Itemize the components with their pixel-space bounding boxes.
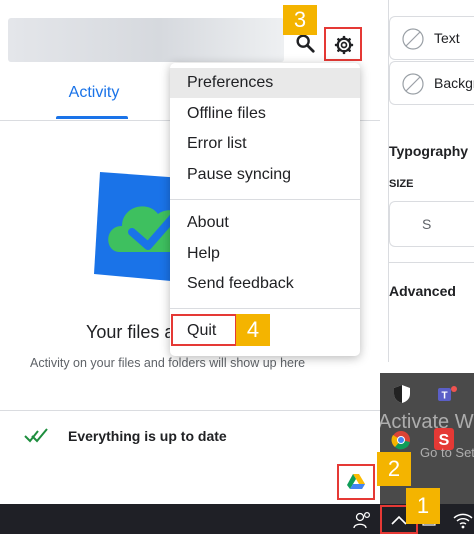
menu-item-pause-syncing[interactable]: Pause syncing	[170, 160, 360, 190]
background-color-label: Backgr	[434, 75, 474, 91]
search-icon[interactable]	[294, 32, 316, 54]
svg-text:T: T	[441, 391, 447, 402]
menu-divider	[170, 308, 360, 309]
settings-menu: Preferences Offline files Error list Pau…	[170, 63, 360, 356]
search-bar-blurred[interactable]	[8, 18, 284, 62]
sidebar-divider	[389, 262, 474, 263]
google-drive-tray-button[interactable]	[337, 464, 375, 500]
none-icon	[402, 28, 424, 50]
menu-item-offline-files[interactable]: Offline files	[170, 99, 360, 129]
tab-active-indicator	[56, 116, 128, 119]
chevron-up-icon[interactable]	[391, 515, 407, 525]
wifi-icon[interactable]	[452, 510, 474, 530]
settings-button[interactable]	[324, 27, 362, 61]
shield-icon[interactable]	[393, 384, 411, 404]
teams-icon[interactable]: T	[436, 384, 458, 404]
tab-activity[interactable]: Activity	[58, 84, 130, 102]
status-divider	[0, 410, 380, 411]
menu-item-send-feedback[interactable]: Send feedback	[170, 269, 360, 299]
step-badge-3: 3	[283, 5, 317, 35]
empty-state-subtitle: Activity on your files and folders will …	[30, 356, 306, 370]
check-icon	[24, 428, 48, 443]
sync-status-text: Everything is up to date	[68, 428, 227, 444]
menu-item-preferences[interactable]: Preferences	[170, 68, 360, 98]
advanced-heading[interactable]: Advanced	[389, 283, 456, 299]
empty-state-title: Your files a	[86, 322, 175, 342]
step-badge-2: 2	[377, 452, 411, 486]
activate-windows-subtext: Go to Setting	[420, 445, 474, 460]
windows-taskbar	[0, 504, 474, 534]
none-icon	[402, 73, 424, 95]
gear-icon[interactable]	[334, 35, 354, 55]
step-badge-1: 1	[406, 488, 440, 524]
menu-item-error-list[interactable]: Error list	[170, 129, 360, 159]
google-drive-icon[interactable]	[347, 474, 365, 490]
text-color-label: Text	[434, 30, 460, 46]
size-label: SIZE	[389, 178, 414, 190]
quit-highlight	[171, 314, 237, 346]
menu-item-help[interactable]: Help	[170, 239, 360, 269]
size-value: S	[422, 216, 432, 232]
menu-divider	[170, 199, 360, 200]
activate-windows-watermark: Activate W	[380, 411, 474, 433]
text-color-button[interactable]: Text	[389, 16, 474, 60]
step-badge-4: 4	[236, 314, 270, 346]
size-select[interactable]: S	[389, 201, 474, 247]
background-color-button[interactable]: Backgr	[389, 61, 474, 105]
typography-heading: Typography	[389, 143, 469, 159]
menu-item-about[interactable]: About	[170, 208, 360, 238]
people-icon[interactable]	[352, 510, 372, 530]
